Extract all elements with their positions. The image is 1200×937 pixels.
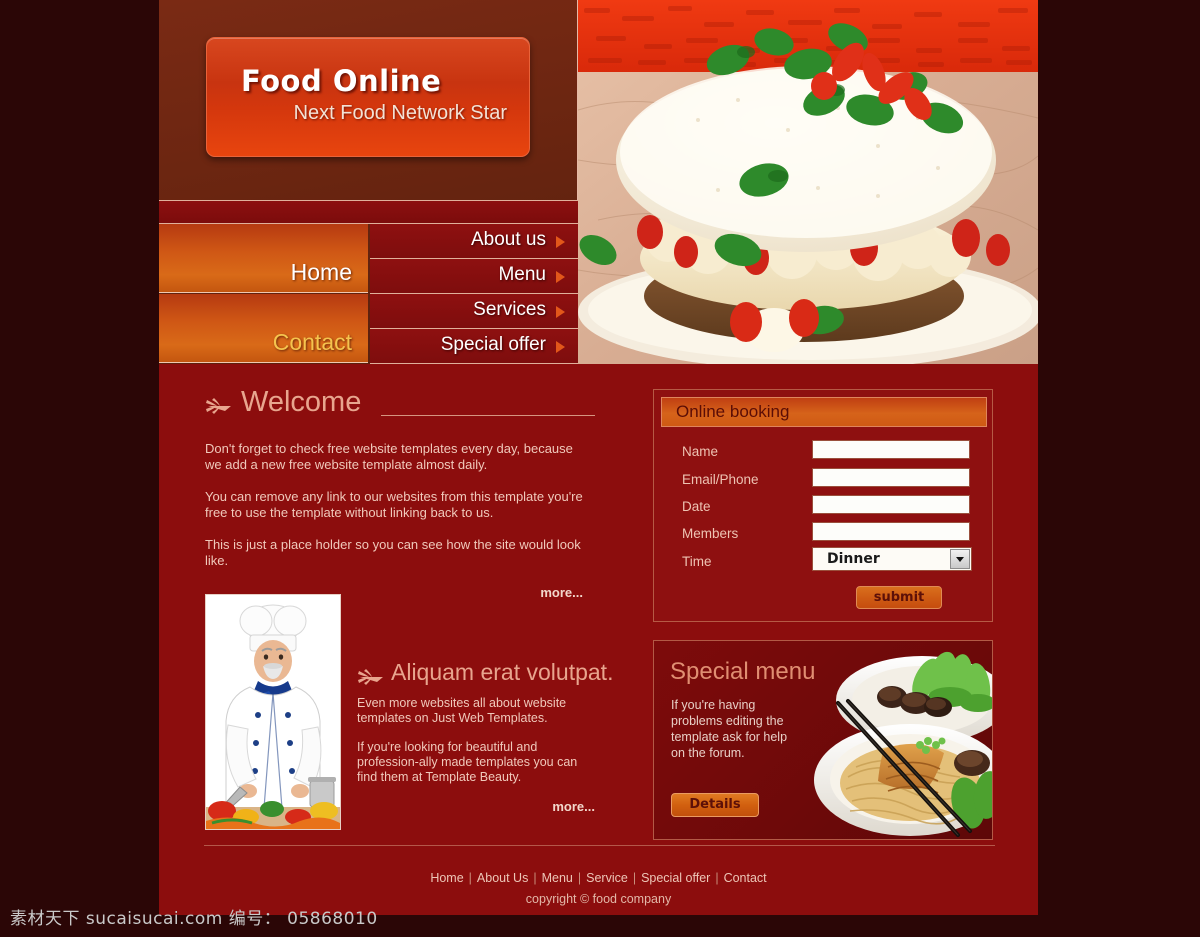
booking-label-members: Members (682, 526, 739, 541)
welcome-paragraph-1: Don't forget to check free website templ… (205, 441, 573, 472)
special-menu-title: Special menu (670, 658, 816, 685)
chef-text-block: Aliquam erat volutpat. Even more website… (357, 659, 613, 814)
nav-item-home[interactable]: Home (159, 224, 368, 293)
footer-separator: | (533, 871, 537, 885)
welcome-title: Welcome (241, 386, 362, 418)
booking-row-name: Name (682, 440, 972, 467)
online-booking-panel: Online booking Name Email/Phone Date Mem… (653, 389, 993, 622)
booking-input-date[interactable] (812, 495, 970, 514)
nav-item-about-us[interactable]: About us (370, 224, 578, 259)
footer-link-contact[interactable]: Contact (724, 871, 767, 885)
booking-row-date: Date (682, 495, 972, 522)
main-content: Welcome Don't forget to check free websi… (159, 364, 1038, 915)
chef-title: Aliquam erat volutpat. (391, 659, 614, 685)
nav-item-contact[interactable]: Contact (159, 294, 368, 363)
booking-submit-button[interactable]: submit (856, 586, 942, 609)
chef-heading-row: Aliquam erat volutpat. (357, 659, 613, 696)
special-menu-details-button[interactable]: Details (671, 793, 759, 817)
cake-illustration (578, 0, 1038, 364)
chef-illustration (206, 595, 340, 829)
fan-arrow-icon (206, 398, 231, 414)
booking-panel-title: Online booking (676, 402, 790, 421)
logo-subtitle: Next Food Network Star (293, 102, 507, 124)
special-menu-details-label: Details (689, 797, 741, 812)
booking-label-time: Time (682, 554, 712, 569)
welcome-body: Don't forget to check free website templ… (205, 441, 595, 600)
footer-link-home[interactable]: Home (430, 871, 463, 885)
booking-input-name[interactable] (812, 440, 970, 459)
nav-item-contact-label: Contact (272, 329, 352, 355)
footer-link-menu[interactable]: Menu (542, 871, 573, 885)
footer-separator: | (577, 871, 582, 885)
nav-top-strip (159, 201, 578, 224)
booking-input-members[interactable] (812, 522, 970, 541)
nav-item-about-us-label: About us (471, 229, 546, 250)
site-container: Food Online Next Food Network Star Home … (159, 0, 1038, 915)
booking-label-email-phone: Email/Phone (682, 472, 759, 487)
logo-title: Food Online (241, 64, 442, 98)
nav-item-menu[interactable]: Menu (370, 259, 578, 294)
nav-item-home-label: Home (290, 259, 352, 285)
chevron-down-icon[interactable] (950, 549, 970, 569)
booking-time-selected-value: Dinner (827, 551, 880, 567)
booking-panel-header: Online booking (661, 397, 987, 427)
chef-paragraph-1: Even more websites all about website tem… (357, 696, 567, 725)
booking-label-date: Date (682, 499, 711, 514)
welcome-paragraph-3: This is just a place holder so you can s… (205, 537, 581, 568)
special-menu-body: If you're having problems editing the te… (671, 698, 788, 760)
right-column: Online booking Name Email/Phone Date Mem… (653, 389, 995, 840)
nav-item-services-label: Services (473, 299, 546, 320)
booking-input-email-phone[interactable] (812, 468, 970, 487)
triangle-right-icon (556, 341, 565, 353)
fan-arrow-icon (358, 669, 383, 685)
special-menu-panel: Special menu If you're having problems e… (653, 640, 993, 840)
main-navigation: Home Contact About us Menu Services Spec… (159, 200, 578, 365)
booking-row-email-phone: Email/Phone (682, 468, 972, 495)
site-logo-panel[interactable]: Food Online Next Food Network Star (206, 37, 530, 157)
welcome-heading-row: Welcome (205, 386, 595, 425)
booking-row-time: Time Dinner (682, 547, 972, 577)
welcome-divider (381, 415, 595, 416)
stock-site-watermark: 素材天下 sucaisucai.com 编号： 05868010 (10, 909, 378, 929)
triangle-right-icon (556, 236, 565, 248)
chef-more-link[interactable]: more... (357, 799, 595, 814)
footer-separator: | (632, 871, 637, 885)
footer-separator: | (468, 871, 472, 885)
nav-item-special-offer-label: Special offer (440, 334, 546, 355)
footer-separator: | (715, 871, 719, 885)
special-menu-photo (792, 645, 992, 839)
site-header: Food Online Next Food Network Star Home … (159, 0, 1038, 364)
hero-cake-photo (577, 0, 1038, 364)
footer-divider (204, 845, 995, 846)
booking-label-name: Name (682, 444, 719, 459)
page-root: Food Online Next Food Network Star Home … (0, 0, 1200, 937)
welcome-paragraph-2: You can remove any link to our websites … (205, 489, 583, 520)
chef-photo (205, 594, 341, 830)
chef-section: Aliquam erat volutpat. Even more website… (205, 594, 613, 834)
footer-link-about-us[interactable]: About Us (477, 871, 528, 885)
booking-submit-label: submit (873, 590, 925, 605)
triangle-right-icon (556, 306, 565, 318)
nav-item-services[interactable]: Services (370, 294, 578, 329)
booking-row-members: Members (682, 522, 972, 549)
triangle-right-icon (556, 271, 565, 283)
footer-navigation: Home | About Us | Menu | Service | Special offer… (159, 871, 1038, 885)
footer-link-special-offer[interactable]: Special offer (641, 871, 710, 885)
noodle-dish-illustration (814, 651, 992, 837)
footer-link-service[interactable]: Service (586, 871, 628, 885)
welcome-section: Welcome Don't forget to check free websi… (205, 386, 595, 600)
nav-item-special-offer[interactable]: Special offer (370, 329, 578, 364)
nav-item-menu-label: Menu (498, 264, 546, 285)
chef-paragraph-2: If you're looking for beautiful and prof… (357, 740, 578, 784)
booking-time-select[interactable]: Dinner (812, 547, 972, 571)
